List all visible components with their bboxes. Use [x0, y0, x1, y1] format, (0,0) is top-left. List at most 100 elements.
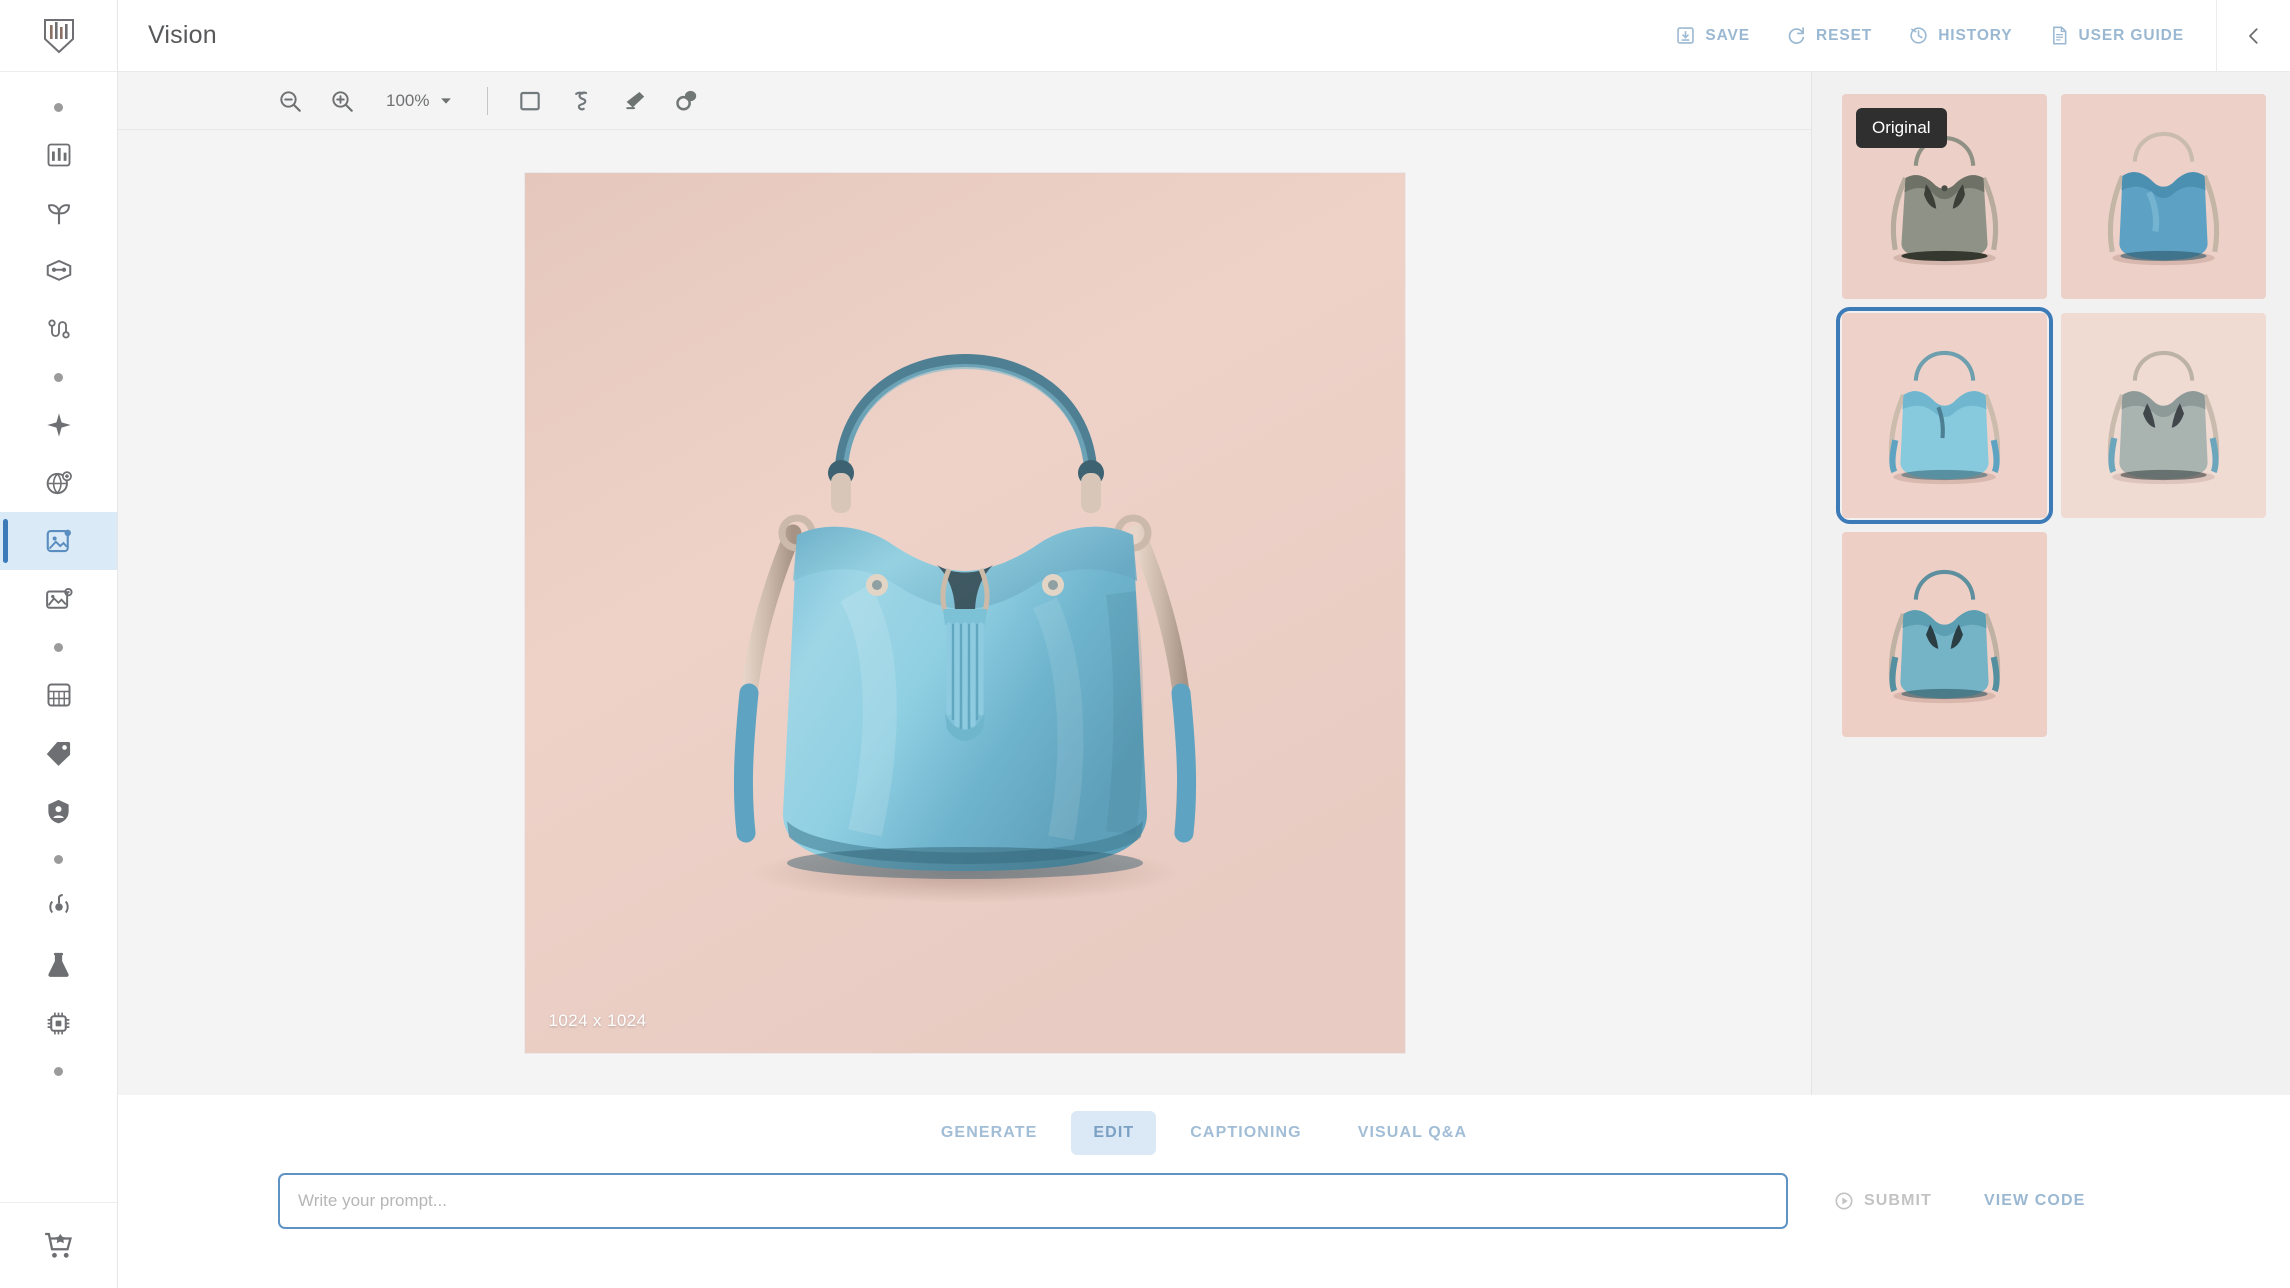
history-button[interactable]: HISTORY [1890, 0, 2030, 71]
sidebar-footer [0, 1202, 117, 1288]
image-dimensions-label: 1024 x 1024 [548, 1010, 647, 1030]
broadcast-icon [48, 894, 69, 914]
tab-generate[interactable]: GENERATE [919, 1111, 1060, 1155]
bottom-panel: GENERATE EDIT CAPTIONING VISUAL Q&A SUBM… [118, 1095, 2290, 1288]
prompt-input[interactable] [278, 1173, 1788, 1229]
header-actions: SAVE RESET HISTORY USER GUIDE [1657, 0, 2290, 71]
sidebar-item-broadcast[interactable] [0, 878, 117, 936]
thumbnail-variant-3[interactable] [2061, 313, 2266, 518]
zoom-level-value: 100% [386, 90, 430, 110]
eraser-icon [626, 91, 645, 110]
sidebar-item-model[interactable] [0, 242, 117, 300]
dot-icon [54, 854, 63, 864]
user-guide-button[interactable]: USER GUIDE [2031, 0, 2202, 71]
thumbnail-variant-2[interactable] [1836, 307, 2053, 524]
thumbnail-variant-4[interactable] [1842, 532, 2047, 737]
logo-icon [43, 18, 74, 53]
dot-icon [54, 102, 63, 112]
thumbnail-image-variant-3 [2061, 313, 2266, 518]
sidebar-item-dashboard[interactable] [0, 126, 117, 184]
lasso-tool[interactable] [558, 79, 606, 123]
zoom-level-dropdown[interactable]: 100% [386, 91, 453, 111]
tab-visual-qa[interactable]: VISUAL Q&A [1336, 1111, 1489, 1155]
sidebar-item-sparkle[interactable] [0, 396, 117, 454]
collapse-panel-button[interactable] [2216, 0, 2290, 71]
thumbnail-image-variant-1 [2061, 94, 2266, 299]
play-circle-icon [1835, 1192, 1853, 1210]
cart-icon [44, 1232, 72, 1258]
sidebar-item-table[interactable] [0, 666, 117, 724]
flask-icon [48, 952, 69, 977]
thumbnails-panel: Original [1812, 72, 2290, 1095]
tab-captioning[interactable]: CAPTIONING [1168, 1111, 1323, 1155]
zoom-in-button[interactable] [318, 79, 366, 123]
chevron-left-icon [2248, 27, 2258, 44]
history-label: HISTORY [1938, 26, 2013, 44]
sparkle-icon [46, 413, 71, 437]
model-icon [46, 259, 71, 281]
zoom-out-button[interactable] [266, 79, 314, 123]
reset-button[interactable]: RESET [1768, 0, 1890, 71]
chevron-down-icon [441, 97, 452, 104]
image-analysis-icon [45, 587, 73, 609]
reset-label: RESET [1816, 26, 1873, 44]
history-icon [1910, 27, 1927, 44]
canvas-column: 100% 1024 x 1024 [118, 72, 1812, 1095]
submit-label: SUBMIT [1864, 1192, 1932, 1209]
zoom-out-icon [280, 90, 301, 112]
thumbnail-variant-1[interactable] [2061, 94, 2266, 299]
vision-image-icon [46, 529, 71, 553]
sprout-icon [47, 204, 70, 225]
view-code-button[interactable]: VIEW CODE [1984, 1192, 2085, 1210]
sidebar-item-globe-plus[interactable] [0, 454, 117, 512]
app-root: Vision SAVE RESET HISTORY USER GUIDE 100… [0, 0, 2290, 1288]
sidebar-item-tag[interactable] [0, 724, 117, 782]
user-guide-label: USER GUIDE [2078, 26, 2184, 44]
tag-icon [46, 741, 71, 766]
thumbnail-image-variant-4 [1842, 532, 2047, 737]
sidebar-item-flask[interactable] [0, 936, 117, 994]
sidebar-item-cart[interactable] [0, 1217, 117, 1275]
canvas-area[interactable]: 1024 x 1024 [118, 130, 1811, 1095]
pipeline-icon [47, 319, 70, 339]
sidebar-item-pipeline[interactable] [0, 300, 117, 358]
lasso-icon [575, 91, 588, 110]
workspace: 100% 1024 x 1024 Original [118, 72, 2290, 1095]
prompt-row: SUBMIT VIEW CODE [118, 1173, 2290, 1229]
save-button[interactable]: SAVE [1657, 0, 1768, 71]
sidebar-item-shield-user[interactable] [0, 782, 117, 840]
save-label: SAVE [1705, 26, 1750, 44]
page-title: Vision [148, 21, 217, 49]
smudge-tool[interactable] [662, 79, 710, 123]
save-icon [1677, 27, 1695, 44]
sidebar-item-dot-1[interactable] [0, 88, 117, 126]
sidebar-item-chip[interactable] [0, 994, 117, 1052]
thumbnail-original[interactable]: Original [1842, 94, 2047, 299]
main-region: Vision SAVE RESET HISTORY USER GUIDE 100… [118, 0, 2290, 1288]
globe-plus-icon [46, 470, 72, 494]
eraser-tool[interactable] [610, 79, 658, 123]
sidebar-item-dot-5[interactable] [0, 1052, 117, 1090]
dashboard-icon [47, 143, 70, 167]
app-logo[interactable] [0, 0, 117, 72]
sidebar-item-dot-2[interactable] [0, 358, 117, 396]
rectangle-select-icon [520, 91, 541, 110]
rectangle-select-tool[interactable] [506, 79, 554, 123]
dot-icon [54, 1066, 63, 1076]
canvas-image[interactable] [524, 172, 1405, 1053]
left-sidebar [0, 0, 118, 1288]
sidebar-item-dot-3[interactable] [0, 628, 117, 666]
document-icon [2052, 26, 2066, 45]
dot-icon [54, 372, 63, 382]
mode-tabs: GENERATE EDIT CAPTIONING VISUAL Q&A [919, 1111, 1489, 1155]
sidebar-items [0, 72, 117, 1202]
smudge-icon [676, 90, 697, 111]
submit-button[interactable]: SUBMIT [1834, 1191, 1932, 1211]
thumbnail-image-variant-2 [1842, 313, 2047, 518]
sidebar-item-dot-4[interactable] [0, 840, 117, 878]
edit-toolbar: 100% [118, 72, 1811, 130]
tab-edit[interactable]: EDIT [1071, 1111, 1157, 1155]
sidebar-item-sprout[interactable] [0, 184, 117, 242]
sidebar-item-image-analysis[interactable] [0, 570, 117, 628]
sidebar-item-vision[interactable] [0, 512, 117, 570]
